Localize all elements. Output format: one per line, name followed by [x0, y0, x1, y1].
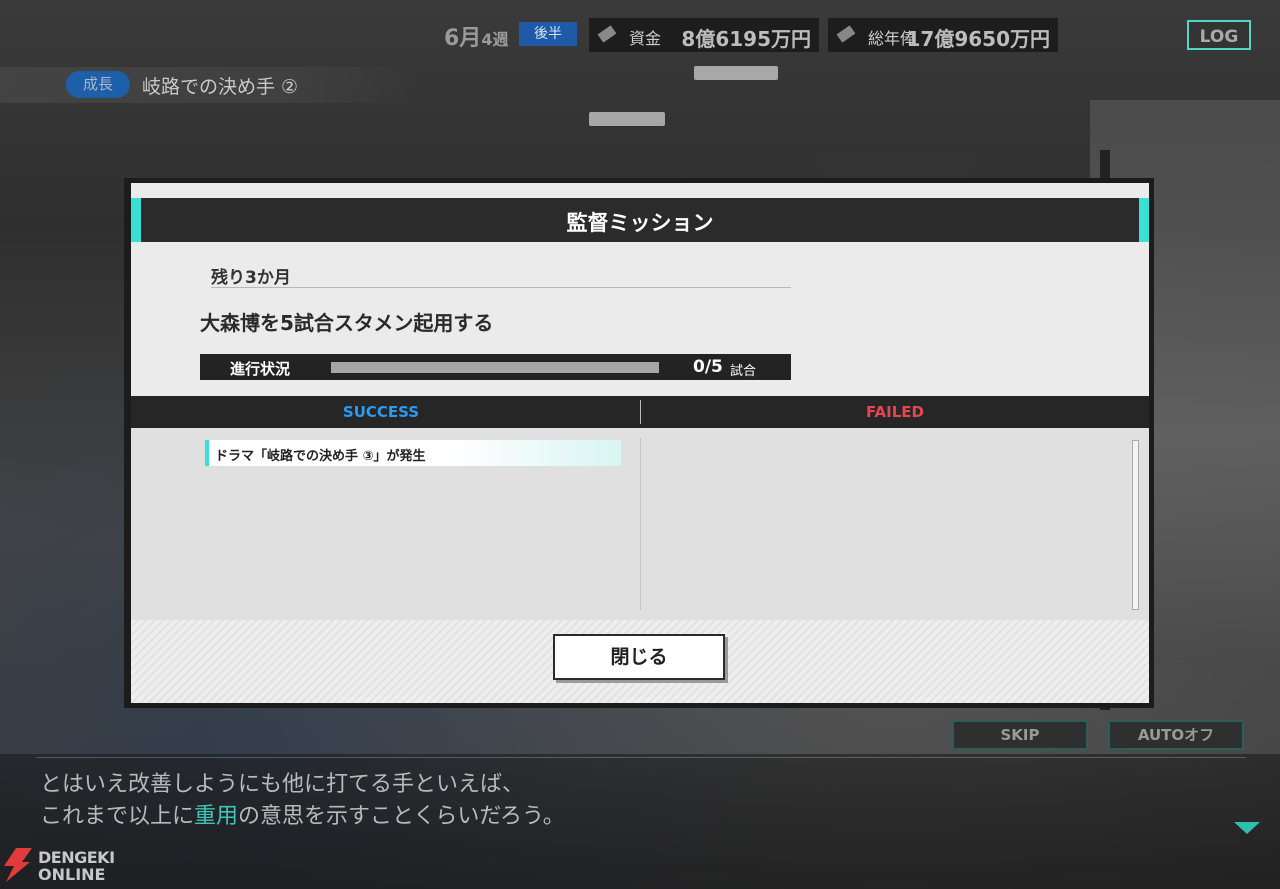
success-header: SUCCESS — [342, 403, 420, 421]
mission-title: 監督ミッション — [566, 211, 714, 235]
progress-value: 0/5 — [693, 357, 723, 377]
half-badge: 後半 — [519, 22, 577, 46]
payroll-value: 17億9650万円 — [906, 27, 1051, 51]
progress-label: 進行状況 — [230, 360, 291, 378]
chapter-tag: 成長 — [66, 71, 130, 98]
close-button[interactable]: 閉じる — [553, 634, 725, 680]
log-button[interactable]: LOG — [1187, 20, 1251, 50]
payroll-box: 総年俸 17億9650万円 — [828, 18, 1058, 52]
mission-text: 大森博を5試合スタメン起用する — [200, 311, 494, 335]
funds-box: 資金 8億6195万円 — [589, 18, 819, 52]
skip-button[interactable]: SKIP — [952, 720, 1088, 750]
date-week: 4週 — [481, 30, 509, 49]
message-line-2: これまで以上に重用の意思を示すことくらいだろう。 — [40, 798, 565, 830]
mission-panel: 監督ミッション 残り3か月 大森博を5試合スタメン起用する 進行状況 0/5 試… — [131, 183, 1149, 703]
results-divider — [640, 438, 641, 610]
message-line-1: とはいえ改善しようにも他に打てる手といえば、 — [40, 772, 525, 797]
mission-header: 監督ミッション — [131, 198, 1149, 242]
progress-unit: 試合 — [730, 364, 757, 379]
ceiling-light — [589, 112, 665, 126]
funds-value: 8億6195万円 — [681, 27, 811, 51]
money-icon — [597, 25, 617, 43]
funds-label: 資金 — [629, 29, 662, 48]
message-divider — [36, 757, 1246, 758]
results-header: SUCCESS FAILED — [131, 396, 1149, 428]
dialog-footer: 閉じる — [131, 620, 1149, 703]
success-item: ドラマ「岐路での決め手 ③」が発生 — [205, 440, 621, 466]
failed-header: FAILED — [866, 403, 924, 421]
watermark-text: ONLINE — [38, 865, 106, 884]
message-window[interactable]: とはいえ改善しようにも他に打てる手といえば、 これまで以上に重用の意思を示すこと… — [0, 754, 1280, 889]
message-text: これまで以上に — [40, 804, 195, 829]
message-highlight: 重用 — [194, 804, 239, 829]
date-month: 6月 — [444, 26, 482, 51]
ceiling-light — [694, 66, 778, 80]
success-item-text: ドラマ「岐路での決め手 ③」が発生 — [215, 449, 426, 464]
message-text: の意思を示すことくらいだろう。 — [238, 804, 565, 829]
mission-dialog: 監督ミッション 残り3か月 大森博を5試合スタメン起用する 進行状況 0/5 試… — [124, 178, 1154, 708]
lightning-logo-icon — [4, 848, 32, 882]
game-date: 6月4週 — [444, 20, 508, 52]
results-body: ドラマ「岐路での決め手 ③」が発生 — [131, 428, 1149, 620]
chapter-bar: 成長 岐路での決め手 ② — [0, 67, 420, 103]
chapter-title: 岐路での決め手 ② — [142, 76, 299, 98]
status-bar: 6月4週 後半 資金 8億6195万円 総年俸 17億9650万円 — [0, 16, 1280, 54]
dengeki-online-watermark: DENGEKI ONLINE — [0, 846, 130, 886]
remaining-time: 残り3か月 — [211, 263, 791, 288]
next-arrow-icon[interactable] — [1234, 822, 1260, 834]
auto-button[interactable]: AUTOオフ — [1108, 720, 1244, 750]
failed-scrollbar[interactable] — [1132, 440, 1139, 610]
progress-bar: 進行状況 0/5 試合 — [200, 354, 791, 380]
progress-track — [331, 362, 659, 373]
money-icon — [836, 25, 856, 43]
